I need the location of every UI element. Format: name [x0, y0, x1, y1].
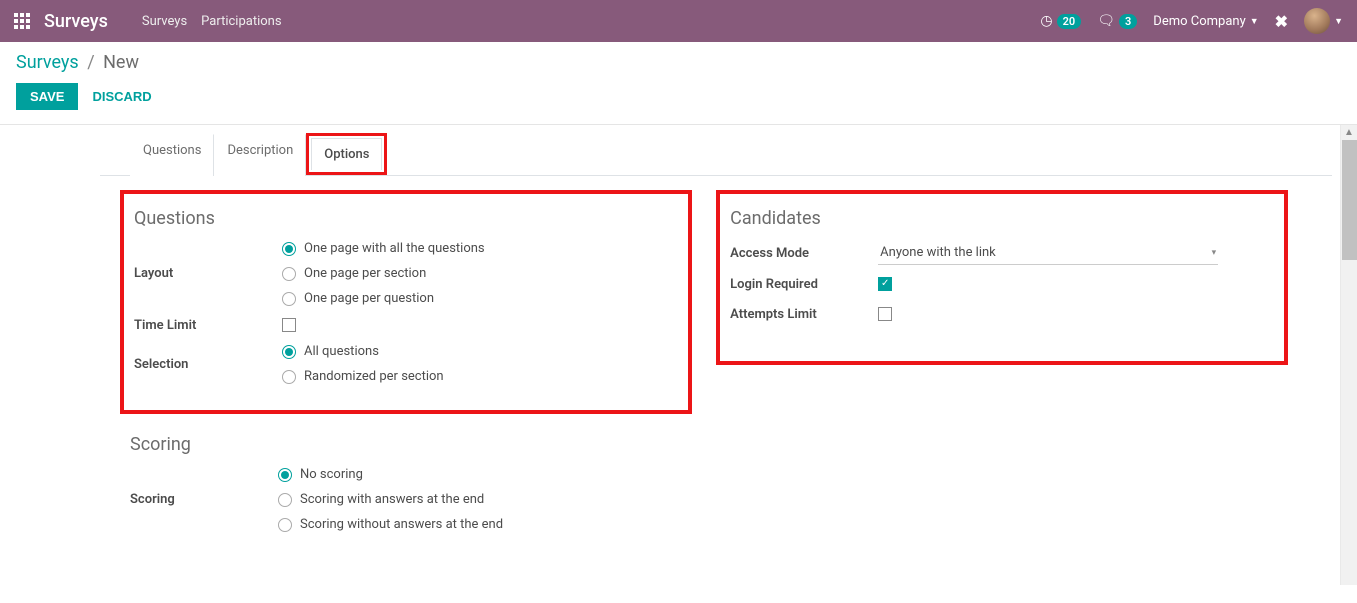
login-required-row: Login Required	[730, 273, 1274, 295]
layout-option-0[interactable]: One page with all the questions	[282, 241, 678, 256]
vertical-scrollbar[interactable]: ▲	[1340, 125, 1357, 585]
radio-icon	[278, 493, 292, 507]
layout-option-2[interactable]: One page per question	[282, 291, 678, 306]
selection-option-0[interactable]: All questions	[282, 344, 678, 359]
layout-option-label: One page with all the questions	[304, 241, 485, 256]
chat-badge: 3	[1119, 14, 1137, 29]
chevron-down-icon: ▼	[1250, 16, 1259, 27]
tab-options[interactable]: Options	[311, 138, 382, 170]
radio-icon	[282, 292, 296, 306]
login-required-label: Login Required	[730, 277, 878, 292]
timer-badge: 20	[1057, 14, 1082, 29]
tab-description[interactable]: Description	[214, 134, 306, 176]
action-buttons: SAVE DISCARD	[16, 83, 1341, 110]
save-button[interactable]: SAVE	[16, 83, 78, 110]
radio-icon	[282, 345, 296, 359]
radio-icon	[278, 468, 292, 482]
avatar	[1304, 8, 1330, 34]
scroll-thumb[interactable]	[1342, 140, 1357, 260]
login-required-field	[878, 277, 1274, 291]
access-mode-dropdown[interactable]: Anyone with the link ▾	[878, 241, 1218, 265]
clock-icon: ◷	[1040, 13, 1052, 29]
questions-section: Questions Layout One page with all the q…	[120, 190, 692, 414]
radio-icon	[282, 267, 296, 281]
nav-link-participations[interactable]: Participations	[201, 14, 281, 29]
options-left-column: Questions Layout One page with all the q…	[120, 190, 692, 558]
layout-option-1[interactable]: One page per section	[282, 266, 678, 281]
radio-icon	[282, 242, 296, 256]
time-limit-label: Time Limit	[134, 318, 282, 333]
access-mode-row: Access Mode Anyone with the link ▾	[730, 241, 1274, 265]
action-bar: Surveys / New SAVE DISCARD	[0, 42, 1357, 125]
breadcrumb-current: New	[103, 52, 139, 73]
questions-section-title: Questions	[134, 208, 678, 229]
user-menu[interactable]: ▼	[1304, 8, 1343, 34]
chevron-down-icon: ▾	[1212, 248, 1217, 258]
selection-label: Selection	[134, 357, 282, 372]
layout-row: Layout One page with all the questions O…	[134, 241, 678, 306]
selection-option-1[interactable]: Randomized per section	[282, 369, 678, 384]
candidates-section: Candidates Access Mode Anyone with the l…	[716, 190, 1288, 365]
options-pane: Questions Layout One page with all the q…	[100, 176, 1332, 572]
top-navbar: Surveys Surveys Participations ◷ 20 🗨 3 …	[0, 0, 1357, 42]
access-mode-value: Anyone with the link	[880, 245, 996, 260]
company-selector[interactable]: Demo Company ▼	[1153, 14, 1258, 29]
login-required-checkbox[interactable]	[878, 277, 892, 291]
scoring-option-label: Scoring without answers at the end	[300, 517, 503, 532]
layout-option-label: One page per section	[304, 266, 426, 281]
attempts-limit-checkbox[interactable]	[878, 307, 892, 321]
tab-highlight: Options	[306, 133, 387, 175]
layout-option-label: One page per question	[304, 291, 434, 306]
tabs: Questions Description Options	[100, 125, 1332, 175]
scoring-option-1[interactable]: Scoring with answers at the end	[278, 492, 682, 507]
attempts-limit-row: Attempts Limit	[730, 303, 1274, 325]
time-limit-row: Time Limit	[134, 314, 678, 336]
nav-left: Surveys Surveys Participations	[14, 11, 282, 32]
selection-option-label: All questions	[304, 344, 379, 359]
radio-icon	[282, 370, 296, 384]
breadcrumb-root[interactable]: Surveys	[16, 52, 79, 73]
chat-icon: 🗨	[1097, 13, 1115, 29]
attempts-limit-label: Attempts Limit	[730, 307, 878, 322]
candidates-section-title: Candidates	[730, 208, 1274, 229]
options-right-column: Candidates Access Mode Anyone with the l…	[716, 190, 1288, 558]
scoring-section-title: Scoring	[130, 434, 682, 455]
nav-link-surveys[interactable]: Surveys	[142, 14, 187, 29]
discard-button[interactable]: DISCARD	[92, 89, 151, 104]
scoring-label: Scoring	[130, 492, 278, 507]
breadcrumb: Surveys / New	[16, 52, 1341, 73]
nav-right: ◷ 20 🗨 3 Demo Company ▼ ✖ ▼	[1040, 8, 1343, 34]
scoring-section: Scoring Scoring No scoring Scoring with …	[120, 414, 692, 558]
debug-icon[interactable]: ✖	[1275, 12, 1288, 31]
layout-label: Layout	[134, 266, 282, 281]
layout-field: One page with all the questions One page…	[282, 241, 678, 306]
time-limit-checkbox[interactable]	[282, 318, 296, 332]
scoring-option-label: No scoring	[300, 467, 363, 482]
app-brand[interactable]: Surveys	[44, 11, 108, 32]
radio-icon	[278, 518, 292, 532]
scoring-option-0[interactable]: No scoring	[278, 467, 682, 482]
scoring-field: No scoring Scoring with answers at the e…	[278, 467, 682, 532]
breadcrumb-separator: /	[87, 52, 94, 73]
time-limit-field	[282, 318, 678, 332]
access-mode-field: Anyone with the link ▾	[878, 241, 1274, 265]
apps-icon[interactable]	[14, 13, 30, 29]
scroll-up-icon: ▲	[1344, 127, 1354, 138]
chat-indicator[interactable]: 🗨 3	[1097, 13, 1137, 29]
tab-questions[interactable]: Questions	[130, 134, 214, 176]
access-mode-label: Access Mode	[730, 246, 878, 261]
selection-option-label: Randomized per section	[304, 369, 444, 384]
company-name: Demo Company	[1153, 14, 1245, 29]
timer-indicator[interactable]: ◷ 20	[1040, 13, 1081, 29]
selection-row: Selection All questions Randomized per s…	[134, 344, 678, 384]
scoring-option-2[interactable]: Scoring without answers at the end	[278, 517, 682, 532]
tabs-container: Questions Description Options	[100, 125, 1332, 176]
scoring-row: Scoring No scoring Scoring with answers …	[130, 467, 682, 532]
attempts-limit-field	[878, 307, 1274, 321]
selection-field: All questions Randomized per section	[282, 344, 678, 384]
chevron-down-icon: ▼	[1334, 16, 1343, 27]
form-sheet: Questions Description Options Questions …	[100, 125, 1332, 572]
scoring-option-label: Scoring with answers at the end	[300, 492, 484, 507]
